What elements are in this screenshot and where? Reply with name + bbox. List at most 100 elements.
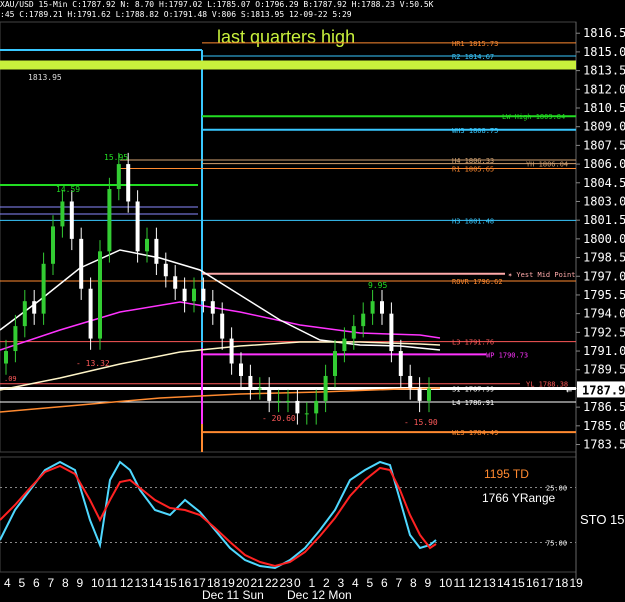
candle-body	[380, 301, 384, 314]
time-tick-label: 15	[512, 576, 526, 590]
chart: last quarters high HR1 1815.73 R2 1814.67 L…	[0, 21, 625, 602]
last-price-arrow: ←	[566, 385, 572, 396]
level-label: L4 1786.91	[452, 399, 494, 407]
annotations: 15.95 14.59 - 13.32 9.95 - 20.60 1813.95 - 15.…	[4, 73, 438, 427]
annotation-label: 1813.95	[28, 73, 62, 82]
time-axis: 4 5 6 7 8 9 10 11 12 13 14 15 16 17 18 19 20 21 22 23 0 1 2 3 4 5…	[4, 576, 583, 602]
time-tick-label: 7	[48, 576, 55, 590]
time-tick-label: 7	[396, 576, 403, 590]
price-tick-label: 1786.50	[583, 400, 625, 414]
sto-slow-line	[0, 464, 437, 568]
time-tick-label: 5	[367, 576, 374, 590]
price-tick-label: 1806.00	[583, 157, 625, 171]
time-tick-label: 13	[483, 576, 497, 590]
time-tick-label: 18	[555, 576, 569, 590]
candle-body	[304, 413, 309, 415]
level-label: ✶ Yest Mid Point	[508, 271, 575, 279]
candle-body	[135, 201, 140, 252]
price-tick-label: 1809.00	[583, 120, 625, 134]
price-tick-label: 1797.00	[583, 269, 625, 283]
time-tick-label: 10	[91, 576, 105, 590]
time-tick-label: 12	[120, 576, 134, 590]
annotation-label: 15.95	[104, 153, 128, 162]
candle-body	[267, 388, 272, 401]
candle-body	[314, 400, 319, 414]
candle-body	[248, 375, 253, 389]
candle-body	[69, 201, 74, 239]
level-label: L3 1791.76	[452, 339, 494, 347]
sto-value: 15	[610, 512, 624, 527]
moving-average	[0, 341, 441, 391]
candle-body	[351, 326, 356, 339]
candle-body	[116, 164, 121, 190]
annotation-label: .09	[4, 375, 17, 383]
candle-body	[295, 400, 300, 414]
candle-body	[323, 375, 328, 401]
time-tick-label: 6	[33, 576, 40, 590]
candle-body	[32, 301, 37, 314]
yrange-label: 1766 YRange	[482, 491, 556, 505]
time-tick-label: 8	[62, 576, 69, 590]
sto-level-label: 75.00	[546, 540, 567, 548]
level-label: WH3 1808.75	[452, 127, 498, 135]
price-tick-label: 1816.50	[583, 26, 625, 40]
price-tick-label: 1800.00	[583, 232, 625, 246]
time-tick-label: 11	[454, 576, 467, 590]
candle-body	[239, 363, 243, 376]
level-label: H3 1801.48	[452, 217, 494, 225]
time-tick-label: 22	[265, 576, 279, 590]
level-label: R1 1805.65	[452, 165, 494, 173]
level-label: HR1 1815.73	[452, 40, 498, 48]
time-tick-label: 4	[352, 576, 359, 590]
candle-body	[51, 226, 55, 264]
annotation-label: 14.59	[56, 185, 80, 194]
annotation-label: - 13.32	[76, 359, 110, 368]
candle-body	[370, 301, 375, 314]
price-tick-label: 1798.50	[583, 251, 625, 265]
candle-body	[389, 313, 394, 352]
candle-body	[145, 238, 149, 252]
time-tick-label: 15	[164, 576, 178, 590]
moving-average	[0, 387, 441, 413]
candle-body	[22, 301, 27, 327]
level-label: ROVR 1796.62	[452, 278, 503, 286]
candle-body	[333, 351, 337, 376]
level-label: R2 1814.67	[452, 53, 494, 61]
time-tick-label: 5	[19, 576, 26, 590]
candle-body	[88, 288, 93, 339]
time-tick-label: 17	[541, 576, 555, 590]
candle-body	[361, 313, 366, 327]
candle-body	[408, 375, 413, 389]
candle-body	[257, 388, 262, 390]
time-tick-label: 13	[135, 576, 149, 590]
candle-body	[41, 263, 46, 314]
time-tick-label: 16	[178, 576, 192, 590]
time-tick-label: 14	[149, 576, 163, 590]
date-label: Dec 12 Mon	[287, 588, 352, 602]
time-tick-label: 10	[439, 576, 453, 590]
price-tick-label: 1804.50	[583, 176, 625, 190]
price-tick-label: 1792.50	[583, 325, 625, 339]
td-label: 1195 TD	[484, 467, 529, 481]
candle-body	[417, 388, 422, 401]
time-tick-label: 4	[4, 576, 11, 590]
price-tick-label: 1785.00	[583, 419, 625, 433]
chart-title: last quarters high	[217, 27, 355, 47]
candle-body	[276, 400, 281, 402]
candle-body	[229, 338, 234, 364]
annotation-label: 9.95	[368, 281, 387, 290]
sto-fast-line	[0, 460, 437, 570]
time-tick-label: 9	[77, 576, 84, 590]
price-tick-label: 1794.00	[583, 307, 625, 321]
price-tick-label: 1815.00	[583, 45, 625, 59]
candle-body	[182, 288, 187, 302]
date-label: Dec 11 Sun	[202, 588, 264, 602]
time-tick-label: 8	[410, 576, 417, 590]
annotation-label: - 15.90	[404, 418, 438, 427]
moving-average	[0, 249, 441, 351]
candle-body	[398, 351, 403, 376]
candle-body	[210, 301, 215, 314]
time-tick-label: 11	[106, 576, 119, 590]
level-lines: last quarters high HR1 1815.73 R2 1814.67 L…	[0, 27, 576, 452]
level-label: S1 1787.99	[452, 386, 494, 394]
